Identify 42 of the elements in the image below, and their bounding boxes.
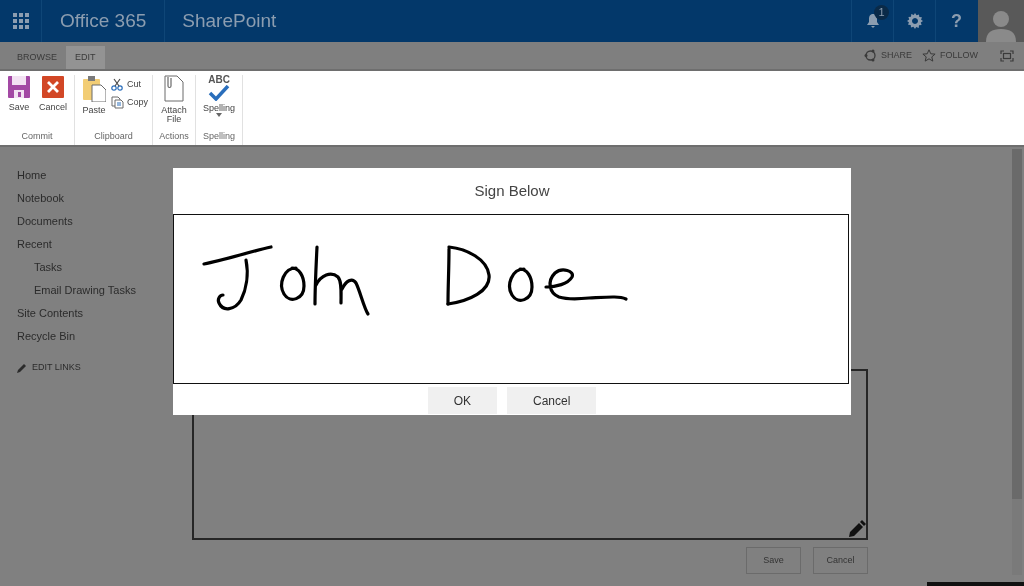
star-icon: [922, 49, 936, 62]
dialog-button[interactable]: OK: [427, 387, 497, 414]
focus-button[interactable]: [1000, 49, 1014, 62]
app-launcher-icon[interactable]: [12, 13, 29, 29]
scissors-icon: [111, 78, 124, 92]
dropdown-caret-icon[interactable]: [216, 113, 223, 117]
notification-badge: 1: [874, 5, 889, 20]
ribbon-group-label: Spelling: [202, 129, 237, 143]
ribbon-group-label: Commit: [20, 129, 54, 143]
follow-button[interactable]: FOLLOW: [922, 48, 978, 63]
share-icon: [863, 49, 877, 62]
cancel-icon: [41, 75, 65, 99]
save-button[interactable]: Save: [4, 75, 34, 130]
ribbon-tab[interactable]: EDIT: [66, 46, 105, 69]
form-button[interactable]: Save: [746, 547, 801, 574]
copy-icon: [111, 95, 124, 109]
cancel-button[interactable]: Cancel: [36, 75, 70, 130]
settings-icon[interactable]: [906, 13, 923, 29]
spelling-button[interactable]: ABC Spelling: [200, 75, 239, 130]
abc-text: ABC: [208, 75, 230, 85]
focus-icon: [1000, 49, 1014, 62]
ribbon-group-label: Actions: [158, 129, 190, 143]
site-name[interactable]: SharePoint: [165, 6, 277, 36]
share-button[interactable]: SHARE: [863, 48, 912, 63]
dialog-title: Sign Below: [473, 180, 551, 201]
ribbon-group-label: Clipboard: [93, 129, 134, 143]
paste-button[interactable]: Paste: [79, 75, 109, 130]
form-button[interactable]: Cancel: [813, 547, 868, 574]
attach-button[interactable]: Attach File: [157, 75, 192, 130]
app-name[interactable]: Office 365: [60, 6, 147, 36]
dialog-button[interactable]: Cancel: [507, 387, 597, 414]
copy-button[interactable]: Copy: [111, 95, 149, 109]
bell-icon[interactable]: [865, 13, 880, 29]
paperclip-document-icon: [162, 75, 187, 102]
signature-canvas[interactable]: [173, 214, 849, 384]
pencil-icon: [17, 362, 27, 373]
edit-links-button[interactable]: EDIT LINKS: [17, 361, 192, 375]
clipboard-icon: [82, 75, 106, 102]
check-icon: [208, 85, 231, 101]
pencil-icon: [848, 520, 866, 538]
cut-button[interactable]: Cut: [111, 78, 149, 92]
help-button[interactable]: ?: [951, 7, 962, 35]
